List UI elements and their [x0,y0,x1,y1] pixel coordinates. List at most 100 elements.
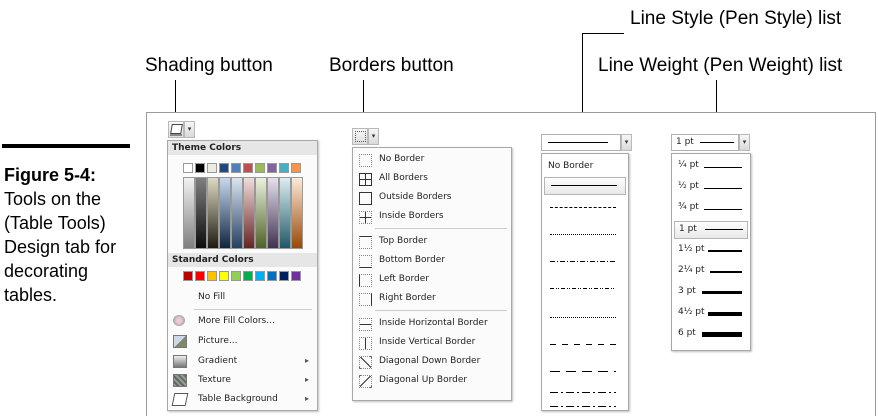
line-style-option-selected[interactable] [544,177,626,195]
line-weight-option-selected[interactable]: 1 pt [674,221,748,239]
line-weight-option[interactable]: 4½ pt [678,307,746,321]
theme-swatch[interactable] [207,163,217,173]
menu-item-label: No Fill [198,292,226,302]
border-item-none[interactable]: No Border [353,150,511,169]
line-weight-dropdown-arrow[interactable]: ▾ [739,134,750,151]
theme-shade-column[interactable] [255,177,267,249]
theme-swatch[interactable] [279,163,289,173]
theme-shade-column[interactable] [219,177,231,249]
shading-button[interactable] [168,121,184,138]
line-weight-label: 4½ pt [678,307,705,317]
border-item-all[interactable]: All Borders [353,169,511,188]
line-weight-current-sample [700,142,734,143]
figure-number: Figure 5-4: [4,165,97,185]
line-weight-sample [710,271,742,273]
menu-item-picture[interactable]: Picture... [168,332,317,350]
figure-rule [2,144,130,148]
border-item-inside[interactable]: Inside Borders [353,207,511,226]
theme-color-grid [183,163,308,249]
theme-swatch[interactable] [231,163,241,173]
standard-swatch[interactable] [231,271,241,281]
border-item-top[interactable]: Top Border [353,232,511,251]
line-style-dropdown-arrow[interactable]: ▾ [621,134,632,151]
theme-swatch[interactable] [195,163,205,173]
theme-swatch[interactable] [183,163,193,173]
theme-shade-column[interactable] [267,177,279,249]
line-style-option[interactable] [550,392,616,393]
standard-swatch[interactable] [267,271,277,281]
line-weight-option[interactable]: ¾ pt [678,202,746,216]
borders-dropdown-arrow[interactable]: ▾ [368,128,379,145]
callout-shading: Shading button [145,55,273,76]
theme-swatch[interactable] [267,163,277,173]
line-style-option[interactable] [550,317,616,318]
theme-swatch[interactable] [255,163,265,173]
border-item-left[interactable]: Left Border [353,270,511,289]
theme-swatch[interactable] [291,163,301,173]
standard-swatch[interactable] [243,271,253,281]
line-style-combo[interactable] [541,134,621,151]
border-item-label: Top Border [379,236,428,246]
line-style-no-border[interactable]: No Border [548,161,593,171]
border-item-right[interactable]: Right Border [353,289,511,308]
theme-shade-column[interactable] [279,177,291,249]
standard-swatch[interactable] [207,271,217,281]
line-weight-option[interactable]: ½ pt [678,181,746,195]
line-weight-combo[interactable]: 1 pt [671,134,739,151]
standard-swatch[interactable] [279,271,289,281]
standard-swatch[interactable] [219,271,229,281]
theme-shade-column[interactable] [183,177,195,249]
standard-color-row [183,271,308,283]
line-style-option[interactable] [550,406,616,407]
theme-swatch[interactable] [243,163,253,173]
standard-colors-heading: Standard Colors [168,253,317,267]
fill-color-strip [170,134,182,136]
standard-swatch[interactable] [255,271,265,281]
border-item-inside-vertical[interactable]: Inside Vertical Border [353,333,511,352]
borders-button[interactable] [352,128,368,145]
border-item-diagonal-down[interactable]: Diagonal Down Border [353,352,511,371]
line-style-option[interactable] [550,288,616,289]
theme-swatch[interactable] [219,163,229,173]
border-item-bottom[interactable]: Bottom Border [353,251,511,270]
shading-dropdown-arrow[interactable]: ▾ [184,121,195,138]
menu-item-label: More Fill Colors... [198,316,275,326]
line-weight-sample [702,291,742,294]
theme-shade-column[interactable] [291,177,303,249]
inside-horizontal-border-icon [359,318,372,331]
menu-item-gradient[interactable]: Gradient ▸ [168,352,317,370]
standard-swatch[interactable] [291,271,301,281]
screenshot-frame: ▾ Theme Colors Standard Colors No Fill M… [146,112,876,416]
line-style-option[interactable] [550,207,616,208]
menu-separator [194,309,312,310]
theme-shade-column[interactable] [195,177,207,249]
theme-shade-column[interactable] [243,177,255,249]
line-style-sample-solid [551,185,617,186]
border-item-outside[interactable]: Outside Borders [353,188,511,207]
border-item-diagonal-up[interactable]: Diagonal Up Border [353,371,511,390]
menu-item-texture[interactable]: Texture ▸ [168,371,317,389]
theme-shade-column[interactable] [207,177,219,249]
menu-item-table-background[interactable]: Table Background ▸ [168,390,317,408]
line-weight-option[interactable]: 2¼ pt [678,265,746,279]
line-style-option[interactable] [550,371,616,372]
standard-swatch[interactable] [183,271,193,281]
gradient-icon [173,355,187,368]
line-weight-option[interactable]: 3 pt [678,286,746,300]
menu-item-no-fill[interactable]: No Fill [168,288,317,306]
border-item-label: All Borders [379,173,428,183]
line-weight-option[interactable]: 6 pt [678,328,746,342]
bottom-border-icon [359,255,372,268]
theme-shade-column[interactable] [231,177,243,249]
line-weight-sample [704,167,742,168]
line-style-option[interactable] [550,261,616,262]
line-style-option[interactable] [550,234,616,235]
standard-swatch[interactable] [195,271,205,281]
diagonal-up-border-icon [359,375,372,388]
menu-item-more-fill-colors[interactable]: More Fill Colors... [168,312,317,330]
line-style-option[interactable] [550,344,616,345]
border-item-inside-horizontal[interactable]: Inside Horizontal Border [353,314,511,333]
line-weight-option[interactable]: 1½ pt [678,244,746,258]
line-weight-label: 1 pt [679,224,697,234]
line-weight-option[interactable]: ¼ pt [678,160,746,174]
